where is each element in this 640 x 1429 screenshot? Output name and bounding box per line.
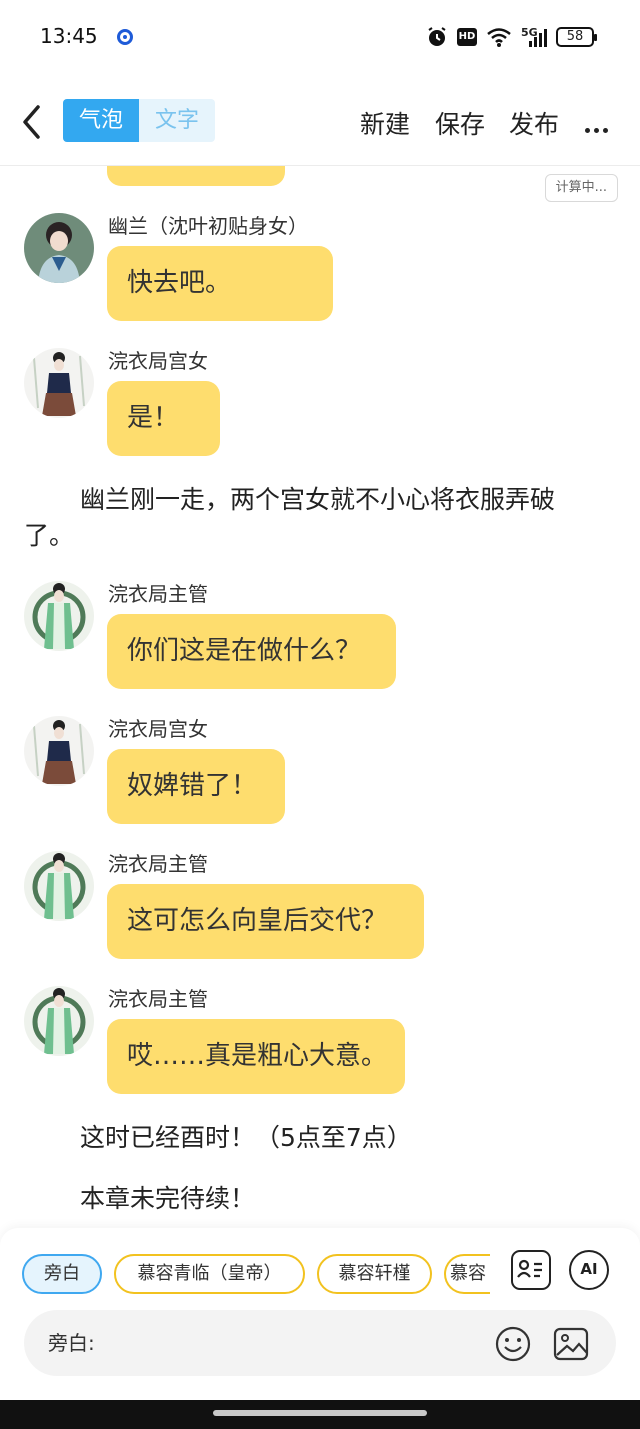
speaker-name: 浣衣局主管 xyxy=(108,852,208,876)
gesture-area xyxy=(0,1400,640,1429)
message-input-bar xyxy=(24,1310,616,1376)
speaker-name: 浣衣局宫女 xyxy=(108,717,208,741)
signal-icon: 5G xyxy=(521,27,547,47)
composer-panel: 旁白 慕容青临（皇帝） 慕容轩槿 慕容 AI xyxy=(0,1228,640,1400)
role-chip-narrator[interactable]: 旁白 xyxy=(22,1254,102,1294)
new-button[interactable]: 新建 xyxy=(360,105,410,141)
status-icons: HD 5G 58 xyxy=(426,26,597,48)
narration-text[interactable]: 这时已经酉时！（5点至7点） xyxy=(80,1120,412,1156)
avatar[interactable] xyxy=(24,581,94,651)
message-input[interactable] xyxy=(46,1324,480,1362)
speaker-name: 浣衣局宫女 xyxy=(108,349,208,373)
back-button[interactable] xyxy=(20,104,44,140)
status-time: 13:45 xyxy=(40,24,98,48)
status-bar: 13:45 HD 5G 58 xyxy=(0,0,640,74)
character-card-icon[interactable] xyxy=(511,1250,551,1290)
message-bubble[interactable]: 快去吧。 xyxy=(107,246,333,321)
calc-status-badge: 计算中... xyxy=(544,174,618,202)
message-bubble[interactable]: 是！ xyxy=(107,381,220,456)
narration-text[interactable]: 本章未完待续！ xyxy=(80,1181,255,1217)
message-bubble-partial[interactable] xyxy=(107,166,285,186)
alarm-icon xyxy=(426,26,448,48)
more-options-icon[interactable] xyxy=(585,118,613,133)
home-indicator[interactable] xyxy=(213,1410,427,1416)
avatar[interactable] xyxy=(24,348,94,418)
image-icon[interactable] xyxy=(552,1325,590,1367)
message-bubble[interactable]: 哎……真是粗心大意。 xyxy=(107,1019,405,1094)
chat-content[interactable]: 计算中... 幽兰（沈叶初贴身女） 快去吧。 浣衣局宫女 是！ 幽兰刚一走，两个… xyxy=(0,166,640,1228)
message-bubble[interactable]: 奴婢错了！ xyxy=(107,749,285,824)
message-bubble[interactable]: 你们这是在做什么？ xyxy=(107,614,396,689)
ai-button[interactable]: AI xyxy=(569,1250,609,1290)
speaker-name: 幽兰（沈叶初贴身女） xyxy=(108,214,308,238)
avatar[interactable] xyxy=(24,986,94,1056)
hd-icon: HD xyxy=(457,28,477,46)
role-chip[interactable]: 慕容 xyxy=(444,1254,490,1294)
wifi-icon xyxy=(486,27,512,47)
role-chip[interactable]: 慕容轩槿 xyxy=(317,1254,432,1294)
tab-bubble[interactable]: 气泡 xyxy=(63,99,139,142)
avatar[interactable] xyxy=(24,851,94,921)
avatar[interactable] xyxy=(24,716,94,786)
mode-toggle: 气泡 文字 xyxy=(63,99,215,142)
speaker-name: 浣衣局主管 xyxy=(108,582,208,606)
tab-text[interactable]: 文字 xyxy=(139,99,215,142)
publish-button[interactable]: 发布 xyxy=(509,105,559,141)
top-nav: 气泡 文字 新建 保存 发布 xyxy=(0,74,640,166)
battery-icon: 58 xyxy=(556,27,597,47)
message-bubble[interactable]: 这可怎么向皇后交代？ xyxy=(107,884,424,959)
save-button[interactable]: 保存 xyxy=(435,105,485,141)
narration-text[interactable]: 幽兰刚一走，两个宫女就不小心将衣服弄破了。 xyxy=(24,482,604,554)
location-indicator-icon xyxy=(117,29,133,45)
speaker-name: 浣衣局主管 xyxy=(108,987,208,1011)
emoji-icon[interactable] xyxy=(494,1325,532,1367)
avatar[interactable] xyxy=(24,213,94,283)
role-chip[interactable]: 慕容青临（皇帝） xyxy=(114,1254,305,1294)
